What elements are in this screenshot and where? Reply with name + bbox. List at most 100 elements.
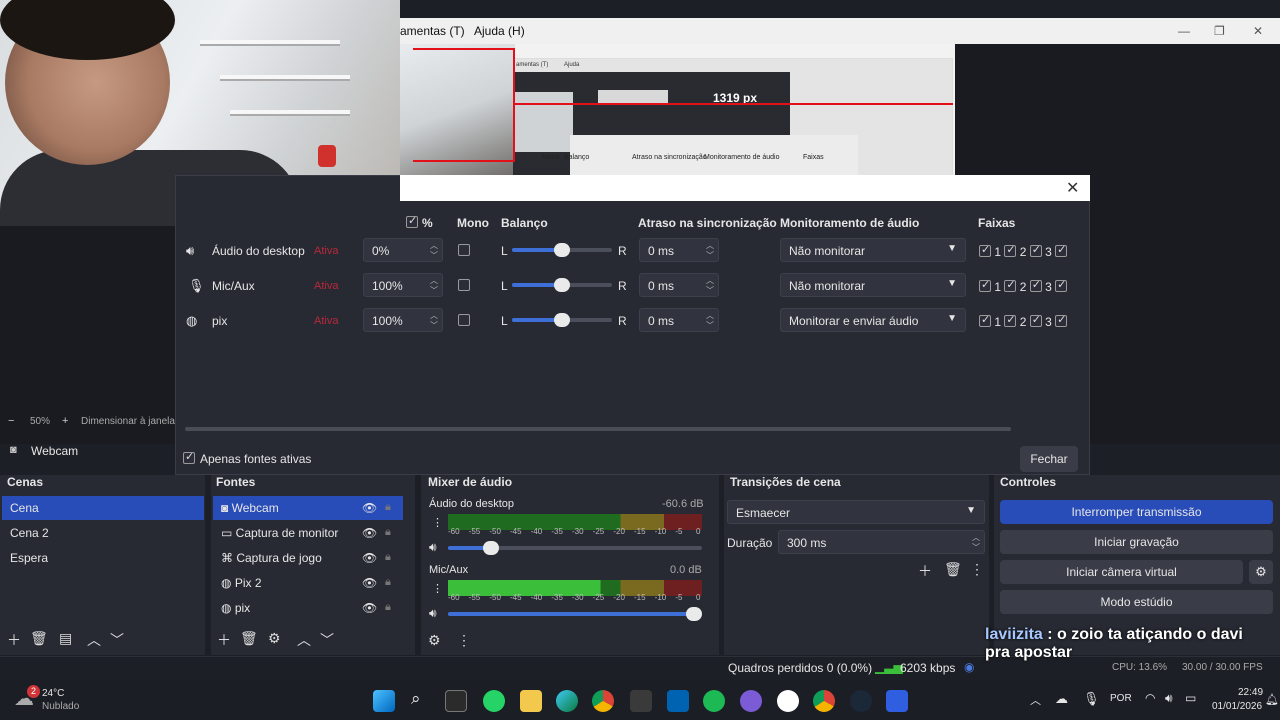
notification-bell-icon[interactable]: 🔔︎ [1265, 693, 1279, 706]
balance-slider[interactable] [512, 313, 612, 327]
dialog-close-icon[interactable]: ✕ [1066, 178, 1079, 198]
trash-icon[interactable]: 🗑︎ [240, 630, 258, 647]
lock-icon[interactable]: 🔒︎ [385, 576, 391, 589]
start-virtual-camera-button[interactable]: Iniciar câmera virtual [1000, 560, 1243, 584]
lock-icon[interactable]: 🔒︎ [385, 526, 391, 539]
windows-start-icon[interactable] [373, 690, 395, 712]
track-checkboxes[interactable]: 1 2 3 [979, 313, 1068, 329]
delay-spinbox[interactable]: 0 ms ︿ ﹀ [639, 308, 719, 332]
scene-item[interactable]: Espera [2, 546, 204, 570]
delay-spinbox[interactable]: 0 ms ︿ ﹀ [639, 238, 719, 262]
trash-icon[interactable]: 🗑︎ [30, 630, 48, 647]
whatsapp-icon[interactable] [483, 690, 505, 712]
scene-item[interactable]: Cena [2, 496, 204, 520]
search-icon[interactable]: ⌕ [411, 689, 421, 709]
wifi-icon[interactable]: ◠ [1145, 691, 1155, 705]
eye-icon[interactable]: 👁︎ [362, 501, 377, 515]
active-only-checkbox[interactable] [183, 450, 195, 464]
scene-item[interactable]: Cena 2 [2, 521, 204, 545]
gear-icon[interactable]: ⚙ [268, 630, 281, 647]
close-window-icon[interactable]: ✕ [1253, 24, 1263, 38]
volume-spinbox[interactable]: 0% ︿ ﹀ [363, 238, 443, 262]
chevron-down-icon[interactable]: ﹀ [320, 630, 334, 650]
eye-icon[interactable]: 👁︎ [362, 526, 377, 540]
chrome-icon[interactable] [813, 690, 835, 712]
store-icon[interactable] [667, 690, 689, 712]
mono-checkbox[interactable] [458, 314, 470, 326]
monitor-select[interactable]: Não monitorar ▼ [780, 273, 966, 297]
app-icon[interactable] [630, 690, 652, 712]
lock-icon[interactable]: 🔒︎ [385, 501, 391, 514]
volume-slider[interactable] [448, 607, 702, 621]
mono-checkbox[interactable] [458, 244, 470, 256]
speaker-icon[interactable]: 🔊︎ [429, 606, 437, 621]
volume-icon[interactable]: 🔊︎ [1165, 691, 1173, 706]
lock-icon[interactable]: 🔒︎ [385, 551, 391, 564]
eye-icon[interactable]: 👁︎ [362, 551, 377, 565]
add-icon[interactable]: ＋ [217, 630, 231, 650]
chrome-icon[interactable] [592, 690, 614, 712]
language-indicator[interactable]: POR [1110, 693, 1132, 704]
chevron-down-icon[interactable]: ﹀ [110, 630, 124, 650]
obs-icon[interactable] [777, 690, 799, 712]
track-checkboxes[interactable]: 1 2 3 [979, 243, 1068, 259]
chevron-up-icon[interactable]: ︿ [297, 630, 311, 650]
discord-icon[interactable] [740, 690, 762, 712]
camera-icon: ◙ [221, 501, 232, 515]
trash-icon[interactable]: 🗑︎ [944, 561, 962, 578]
task-view-icon[interactable] [445, 690, 467, 712]
volume-spinbox[interactable]: 100% ︿ ﹀ [363, 308, 443, 332]
add-icon[interactable]: ＋ [918, 561, 932, 581]
spotify-icon[interactable] [703, 690, 725, 712]
volume-pct-checkbox[interactable] [406, 214, 418, 228]
app-icon[interactable] [886, 690, 908, 712]
gear-icon[interactable]: ⚙ [428, 632, 441, 649]
monitor-select[interactable]: Monitorar e enviar áudio ▼ [780, 308, 966, 332]
chevron-up-icon[interactable]: ︿ [1030, 692, 1041, 708]
lock-icon[interactable]: 🔒︎ [385, 601, 391, 614]
balance-slider[interactable] [512, 278, 612, 292]
balance-slider[interactable] [512, 243, 612, 257]
zoom-in-icon[interactable]: + [62, 415, 68, 427]
speaker-icon[interactable]: 🔊︎ [429, 540, 437, 555]
resize-to-window[interactable]: Dimensionar à janela [81, 416, 175, 427]
microphone-icon[interactable]: 🎙︎ [1083, 691, 1100, 707]
onedrive-icon[interactable]: ☁ [1055, 691, 1068, 707]
menu-help[interactable]: Ajuda (H) [474, 24, 525, 38]
meter-scale-label: -40 [530, 527, 543, 536]
kebab-menu-icon[interactable]: ⋮ [432, 516, 443, 529]
filter-icon[interactable]: ▤ [59, 630, 72, 647]
track-checkboxes[interactable]: 1 2 3 [979, 278, 1068, 294]
delay-spinbox[interactable]: 0 ms ︿ ﹀ [639, 273, 719, 297]
transition-select[interactable]: Esmaecer ▼ [727, 500, 985, 524]
eye-icon[interactable]: 👁︎ [362, 576, 377, 590]
volume-spinbox[interactable]: 100% ︿ ﹀ [363, 273, 443, 297]
minimize-icon[interactable]: — [1178, 24, 1190, 38]
volume-slider[interactable] [448, 541, 702, 555]
battery-icon[interactable]: ▭ [1185, 691, 1196, 705]
kebab-menu-icon[interactable]: ⋮ [457, 632, 471, 649]
mono-checkbox[interactable] [458, 279, 470, 291]
add-icon[interactable]: ＋ [7, 630, 21, 650]
kebab-menu-icon[interactable]: ⋮ [432, 582, 443, 595]
gear-icon[interactable]: ⚙ [1249, 560, 1273, 584]
clock-time[interactable]: 22:49 [1238, 687, 1263, 698]
steam-icon[interactable] [850, 690, 872, 712]
folder-icon[interactable] [520, 690, 542, 712]
eye-icon[interactable]: 👁︎ [362, 601, 377, 615]
horizontal-scrollbar[interactable] [185, 427, 1011, 431]
kebab-menu-icon[interactable]: ⋮ [970, 561, 984, 578]
zoom-out-icon[interactable]: − [8, 415, 14, 427]
duration-spinbox[interactable]: 300 ms ︿ ﹀ [778, 530, 985, 554]
menu-tools[interactable]: amentas (T) [400, 24, 465, 38]
close-button[interactable]: Fechar [1020, 446, 1078, 472]
chevron-up-icon[interactable]: ︿ [87, 630, 101, 650]
clock-date[interactable]: 01/01/2026 [1212, 701, 1262, 712]
stop-stream-button[interactable]: Interromper transmissão [1000, 500, 1273, 524]
studio-mode-button[interactable]: Modo estúdio [1000, 590, 1273, 614]
edge-icon[interactable] [556, 690, 578, 712]
monitor-select[interactable]: Não monitorar ▼ [780, 238, 966, 262]
restore-icon[interactable]: ❐ [1214, 24, 1225, 38]
start-recording-button[interactable]: Iniciar gravação [1000, 530, 1273, 554]
balance-left-label: L [501, 279, 508, 293]
